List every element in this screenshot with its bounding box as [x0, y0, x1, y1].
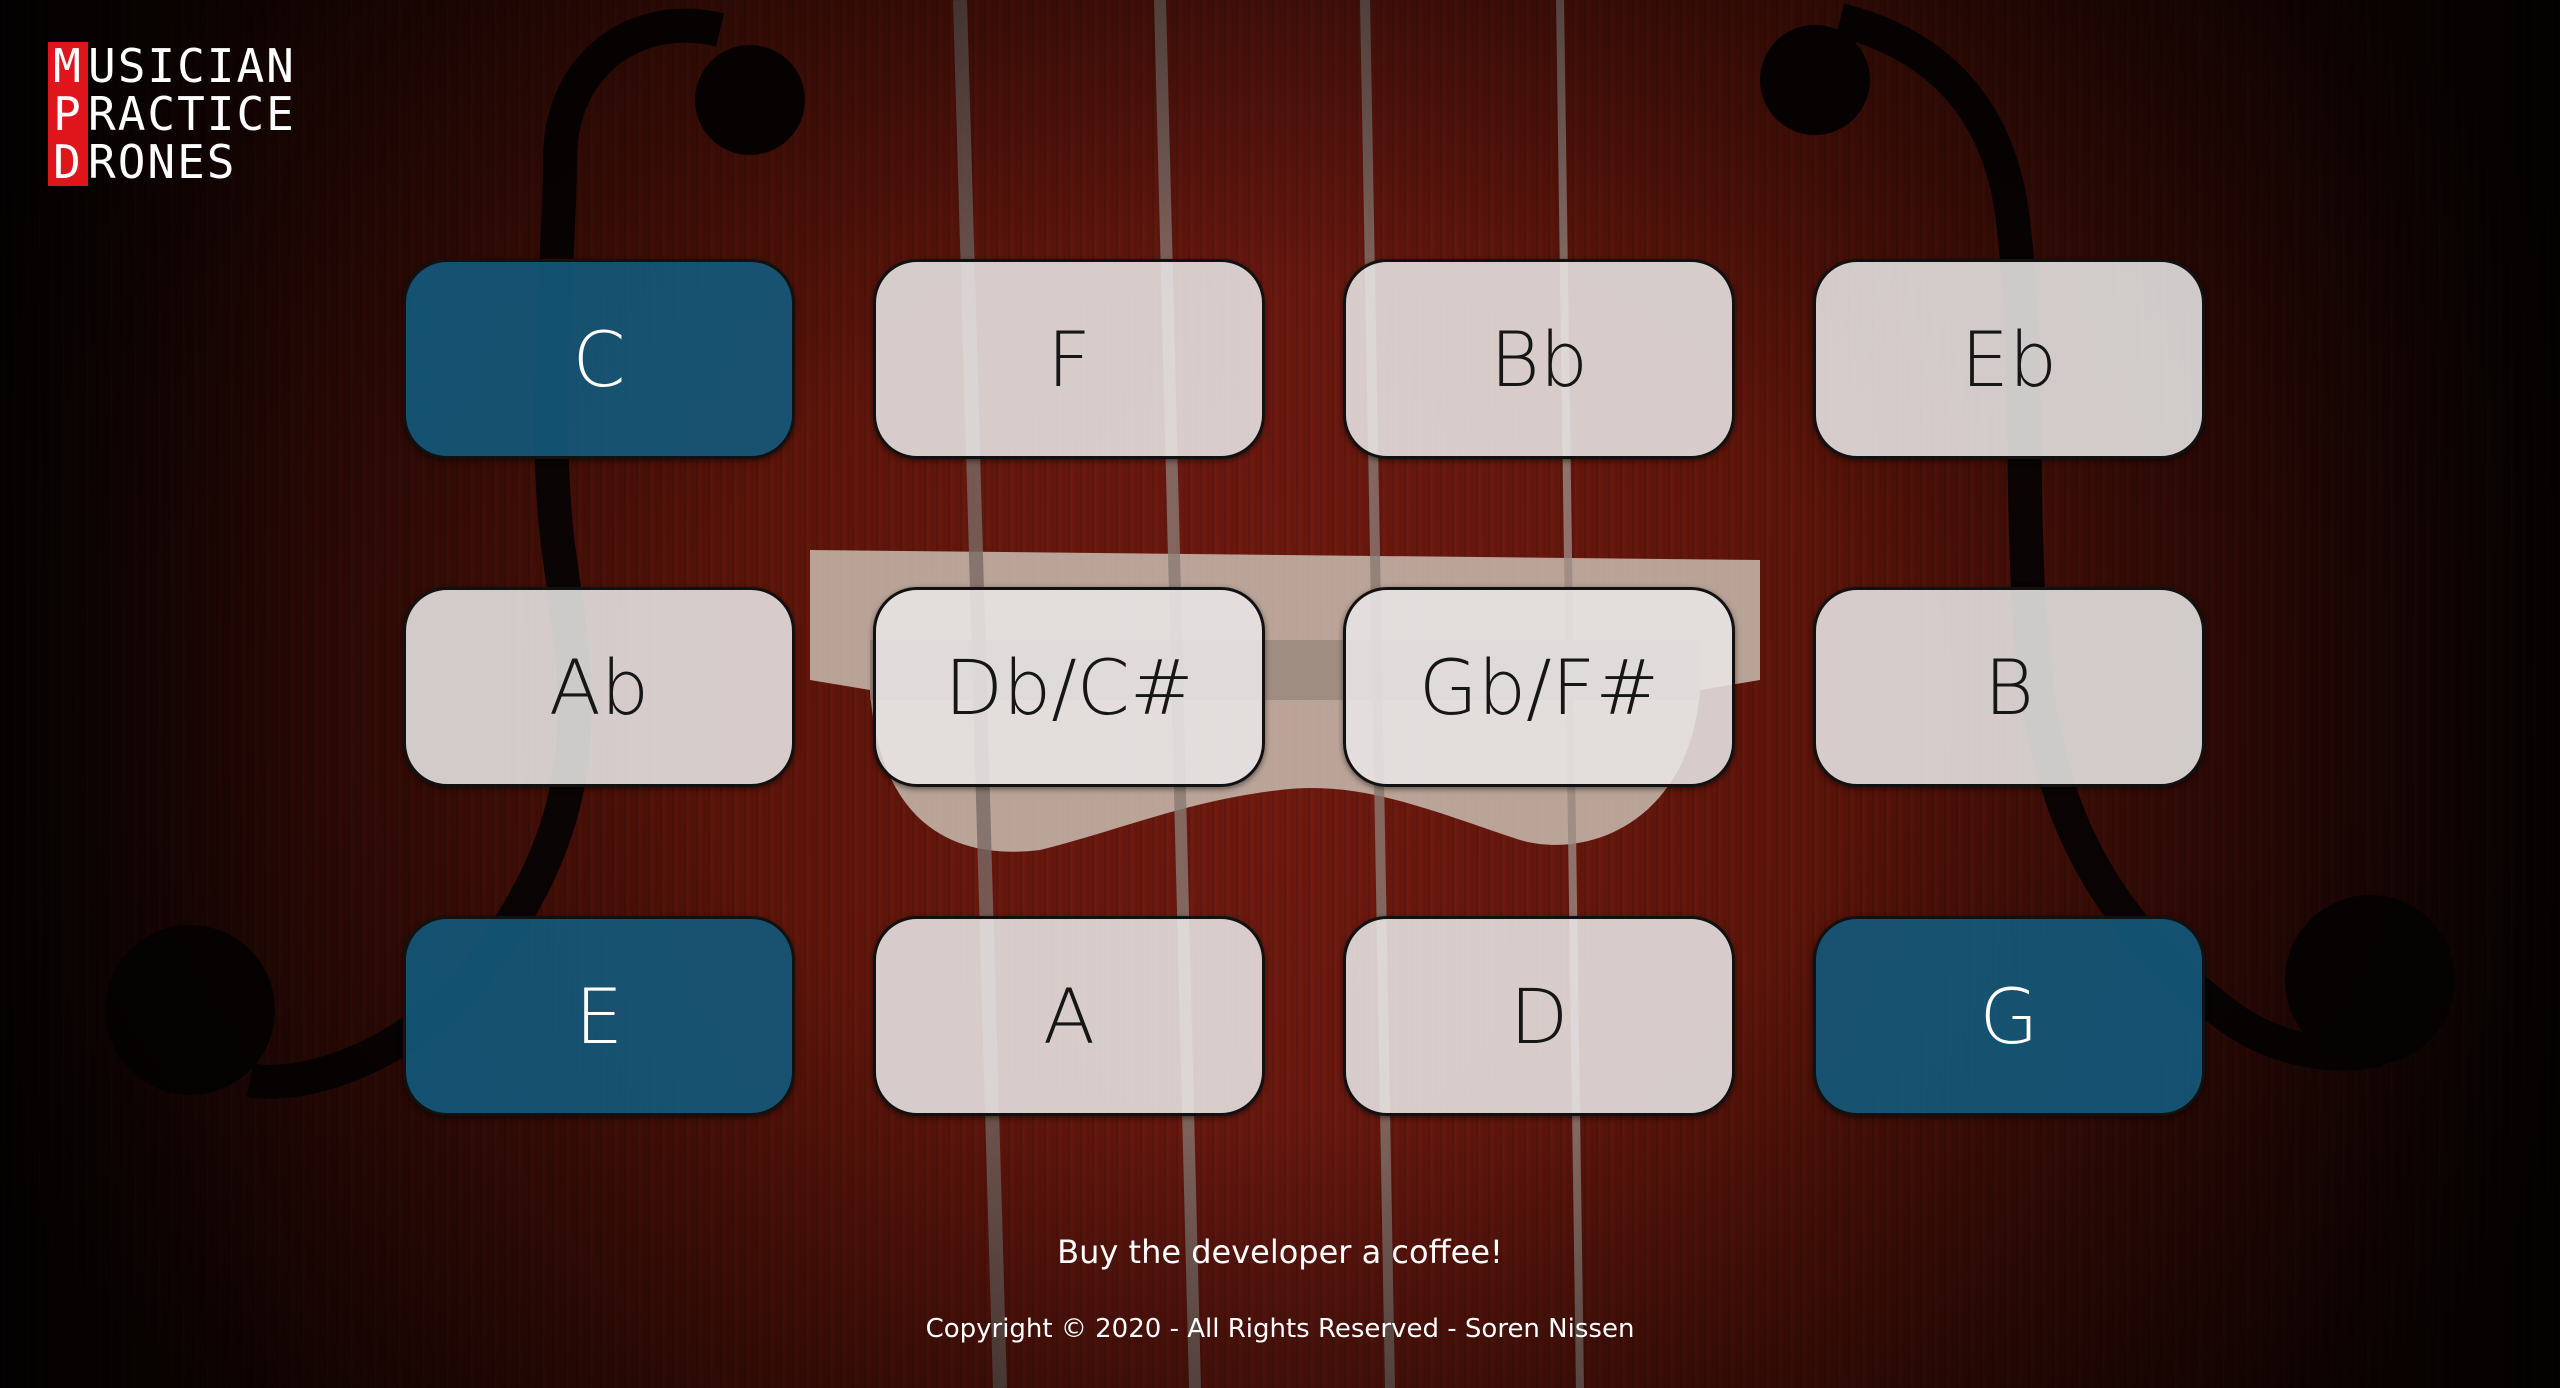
key-button-gb-f-sharp[interactable]: Gb/F#	[1343, 587, 1735, 787]
logo-lines: M USICIAN P RACTICE D RONES	[48, 42, 296, 186]
key-button-b[interactable]: B	[1813, 587, 2205, 787]
key-button-a[interactable]: A	[873, 916, 1265, 1116]
logo-line-musician: M USICIAN	[48, 42, 296, 90]
logo-word: RACTICE	[88, 87, 296, 141]
background-violin: M USICIAN P RACTICE D RONES C F Bb Eb Ab…	[0, 0, 2560, 1388]
logo-initial: M	[48, 42, 88, 90]
key-button-g[interactable]: G	[1813, 916, 2205, 1116]
key-button-e[interactable]: E	[403, 916, 795, 1116]
key-button-ab[interactable]: Ab	[403, 587, 795, 787]
key-button-bb[interactable]: Bb	[1343, 259, 1735, 459]
key-button-eb[interactable]: Eb	[1813, 259, 2205, 459]
buy-coffee-link[interactable]: Buy the developer a coffee!	[0, 1233, 2560, 1271]
logo-word: USICIAN	[88, 39, 296, 93]
key-button-d[interactable]: D	[1343, 916, 1735, 1116]
copyright-text: Copyright © 2020 - All Rights Reserved -…	[925, 1314, 1635, 1344]
key-button-c[interactable]: C	[403, 259, 795, 459]
logo-line-practice: P RACTICE	[48, 90, 296, 138]
key-button-f[interactable]: F	[873, 259, 1265, 459]
logo-word: RONES	[88, 135, 237, 189]
key-button-db-c-sharp[interactable]: Db/C#	[873, 587, 1265, 787]
logo-initial: D	[48, 138, 88, 186]
logo-line-drones: D RONES	[48, 138, 296, 186]
app-logo[interactable]: M USICIAN P RACTICE D RONES	[48, 42, 296, 186]
logo-initial: P	[48, 90, 88, 138]
